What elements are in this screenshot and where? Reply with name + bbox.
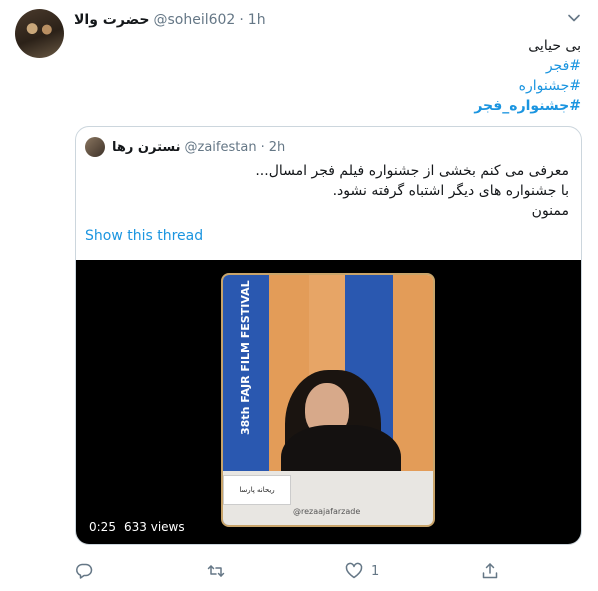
like-button[interactable]: 1 xyxy=(345,560,379,582)
share-icon xyxy=(482,563,498,579)
reply-button[interactable] xyxy=(75,560,101,582)
hashtag-link[interactable]: #جشنواره xyxy=(101,76,581,96)
tweet-time[interactable]: 1h xyxy=(248,12,266,28)
video-frame: 38th FAJR FILM FESTIVAL ریحانه پارسا @re… xyxy=(221,273,435,527)
tweet-text: بی حیایی #فجر #جشنواره #جشنواره_فجر xyxy=(101,36,581,116)
show-thread-link[interactable]: Show this thread xyxy=(85,228,203,244)
quoted-tweet[interactable]: نسترن رها @zaifestan · 2h معرفی می کنم ب… xyxy=(75,126,582,545)
watermark: @rezaajafarzade xyxy=(293,507,361,516)
chevron-down-icon[interactable] xyxy=(567,11,581,25)
action-bar: 1 xyxy=(0,560,598,584)
tweet-header: حضرت والا @soheil602 · 1h xyxy=(74,10,266,30)
tweet[interactable]: حضرت والا @soheil602 · 1h بی حیایی #فجر … xyxy=(0,0,598,591)
avatar[interactable] xyxy=(15,9,64,58)
heart-icon xyxy=(345,562,363,579)
quoted-time: 2h xyxy=(268,139,286,155)
author-handle[interactable]: @soheil602 xyxy=(153,12,235,28)
tweet-line: بی حیایی xyxy=(528,38,581,54)
separator: · xyxy=(239,12,244,28)
video-player[interactable]: 38th FAJR FILM FESTIVAL ریحانه پارسا @re… xyxy=(76,260,581,544)
reply-icon xyxy=(76,563,93,579)
quoted-author-name: نسترن رها xyxy=(112,139,181,155)
like-count: 1 xyxy=(371,563,380,579)
quoted-line: معرفی می کنم بخشی از جشنواره فیلم فجر ام… xyxy=(255,163,569,179)
hashtag-link[interactable]: #فجر xyxy=(101,56,581,76)
quoted-header: نسترن رها @zaifestan · 2h xyxy=(112,138,285,156)
festival-label: 38th FAJR FILM FESTIVAL xyxy=(239,280,252,435)
quoted-text: معرفی می کنم بخشی از جشنواره فیلم فجر ام… xyxy=(89,161,569,221)
author-name[interactable]: حضرت والا xyxy=(74,12,149,28)
retweet-icon xyxy=(207,565,225,577)
video-views: 633 views xyxy=(119,517,190,537)
quoted-line: ممنون xyxy=(531,203,569,219)
quoted-line: با جشنواره های دیگر اشتباه گرفته نشود. xyxy=(332,183,569,199)
retweet-button[interactable] xyxy=(207,560,233,582)
quoted-author-handle: @zaifestan xyxy=(184,139,257,155)
nameplate: ریحانه پارسا xyxy=(223,475,291,505)
share-button[interactable] xyxy=(481,560,499,582)
hashtag-link[interactable]: #جشنواره_فجر xyxy=(101,96,581,116)
quoted-avatar[interactable] xyxy=(85,137,105,157)
separator: · xyxy=(260,139,265,155)
video-duration: 0:25 xyxy=(84,517,121,537)
